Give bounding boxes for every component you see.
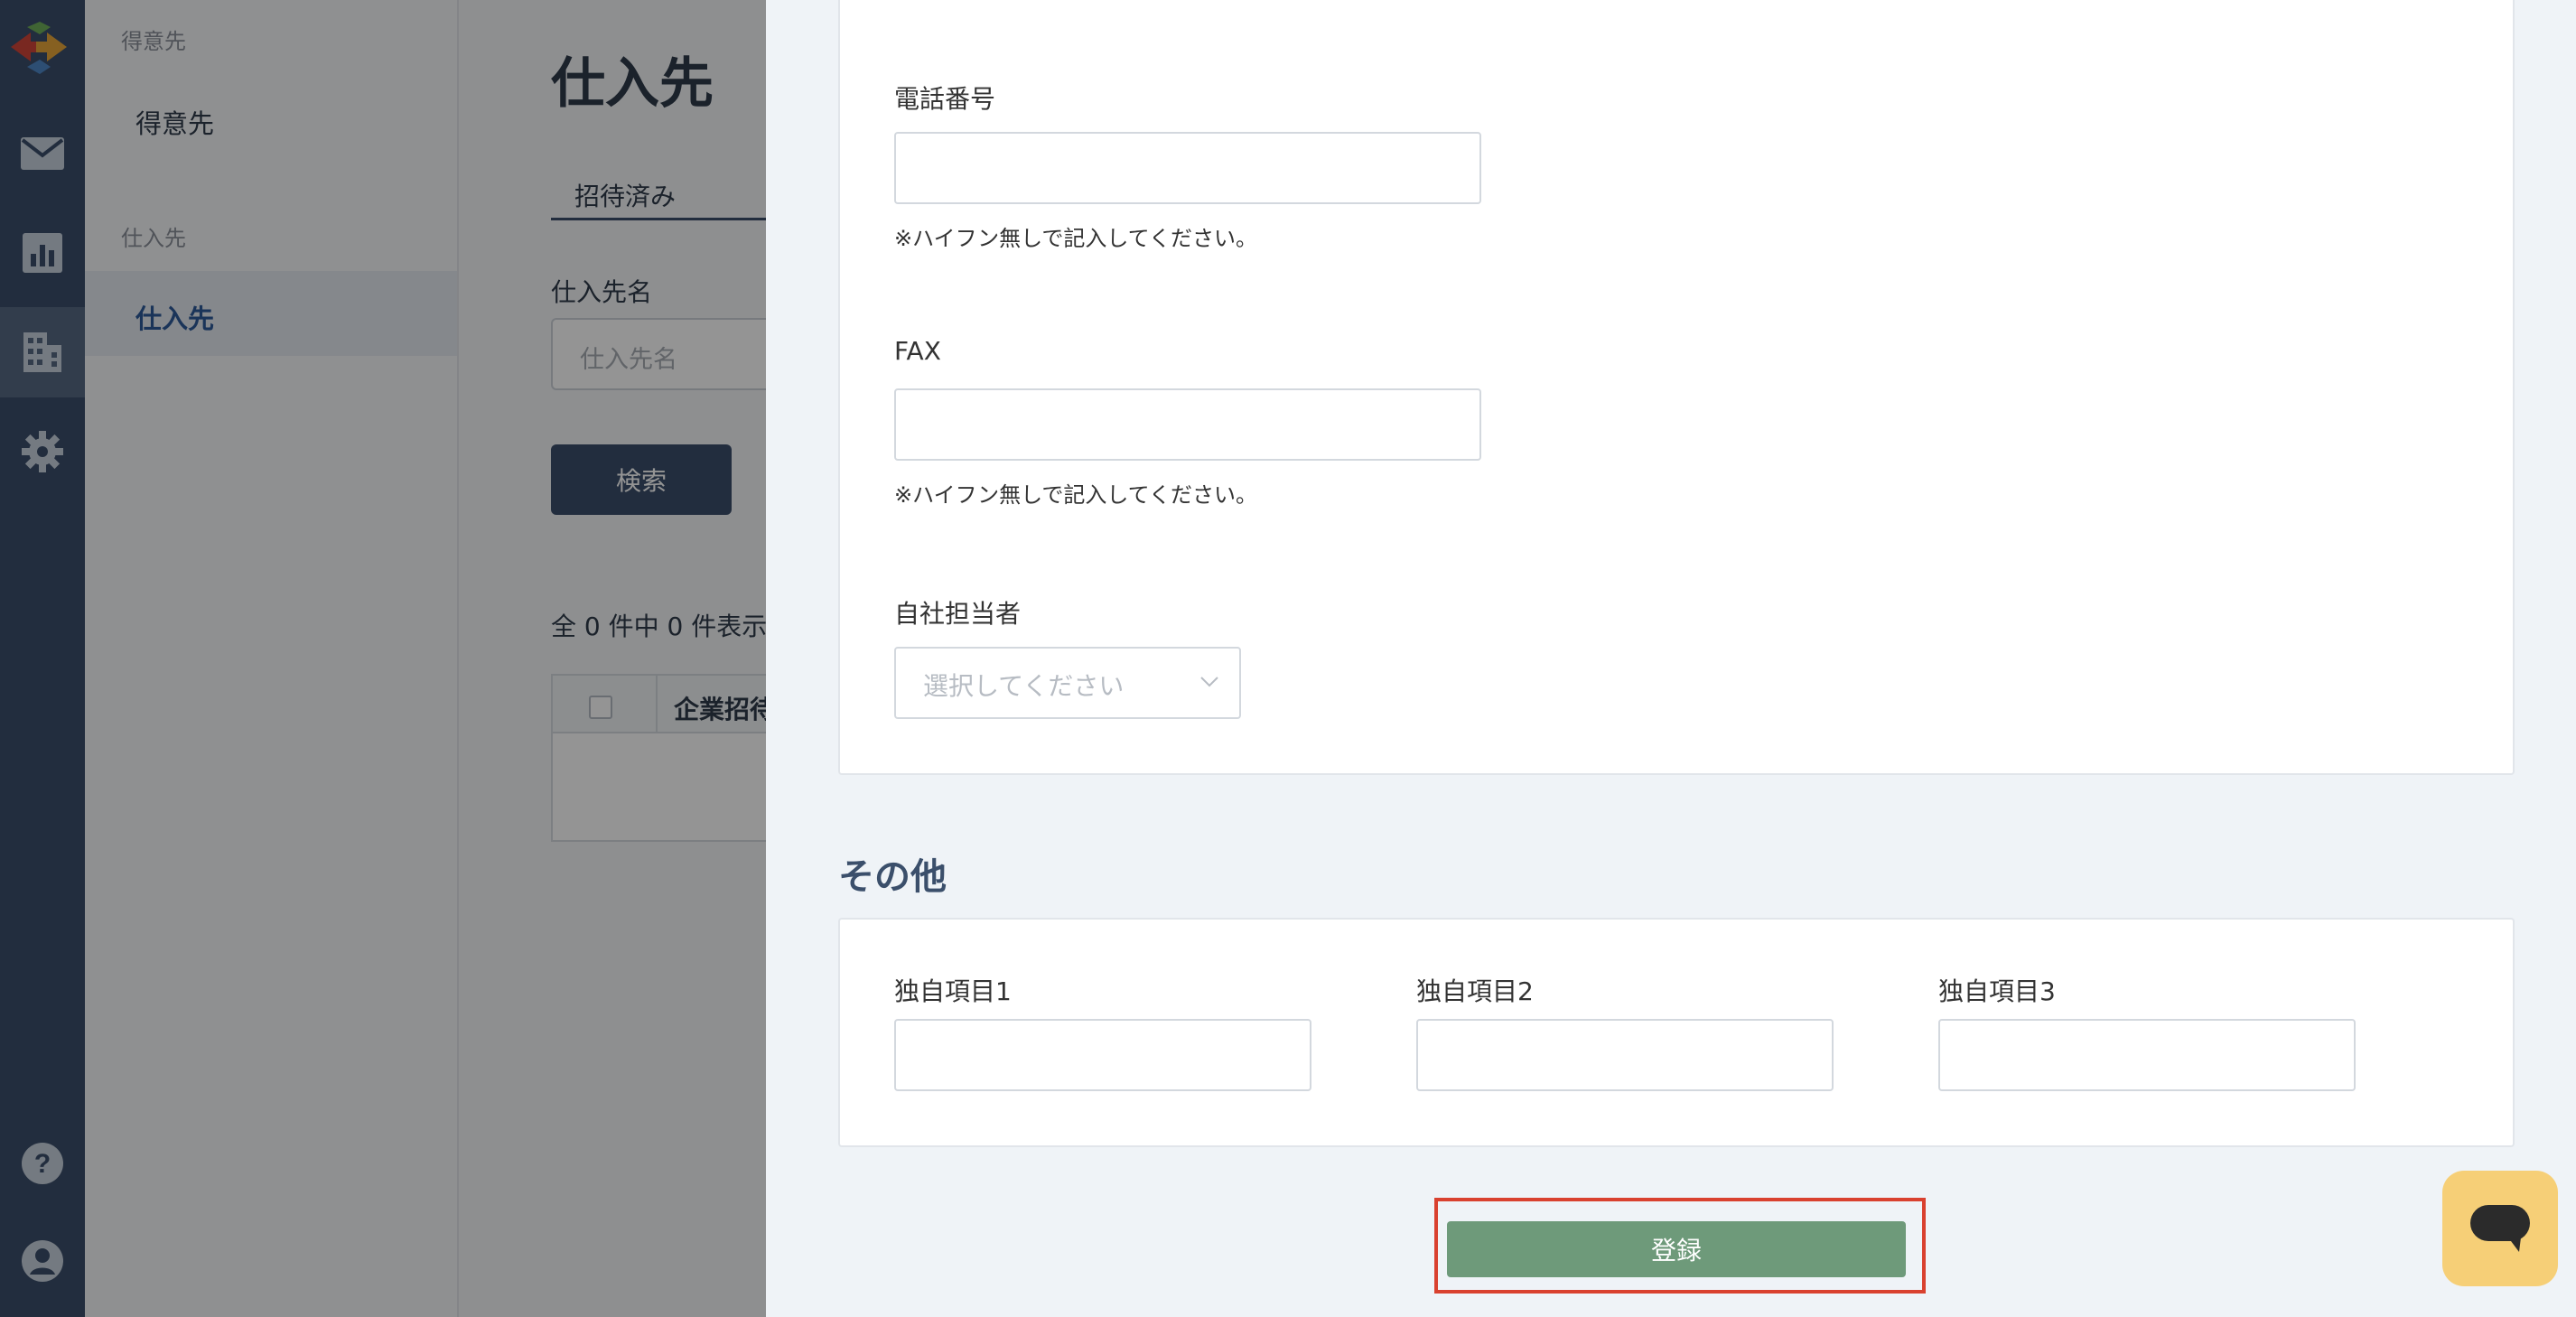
fax-input[interactable] xyxy=(894,388,1481,461)
custom2-label: 独自項目2 xyxy=(1416,976,1534,1006)
phone-input[interactable] xyxy=(894,132,1481,204)
staff-label: 自社担当者 xyxy=(894,599,1022,629)
chevron-down-icon xyxy=(1200,677,1218,687)
custom3-input[interactable] xyxy=(1938,1019,2356,1091)
staff-select-placeholder: 選択してください xyxy=(923,671,1125,701)
phone-hint: ※ハイフン無しで記入してください。 xyxy=(894,226,1257,251)
chat-launcher-button[interactable] xyxy=(2442,1171,2558,1286)
submit-button[interactable]: 登録 xyxy=(1447,1221,1906,1277)
other-section-title: その他 xyxy=(838,856,947,898)
other-card: 独自項目1 独自項目2 独自項目3 xyxy=(838,918,2515,1147)
custom1-label: 独自項目1 xyxy=(894,976,1012,1006)
contact-card: 電話番号 ※ハイフン無しで記入してください。 FAX ※ハイフン無しで記入してく… xyxy=(838,0,2515,775)
custom3-label: 独自項目3 xyxy=(1938,976,2056,1006)
custom2-input[interactable] xyxy=(1416,1019,1834,1091)
fax-label: FAX xyxy=(894,336,941,366)
custom1-input[interactable] xyxy=(894,1019,1311,1091)
chat-bubble-icon xyxy=(2470,1205,2530,1252)
staff-select[interactable]: 選択してください xyxy=(894,647,1241,719)
phone-label: 電話番号 xyxy=(894,84,996,114)
register-drawer: 電話番号 ※ハイフン無しで記入してください。 FAX ※ハイフン無しで記入してく… xyxy=(766,0,2576,1317)
fax-hint: ※ハイフン無しで記入してください。 xyxy=(894,482,1257,508)
